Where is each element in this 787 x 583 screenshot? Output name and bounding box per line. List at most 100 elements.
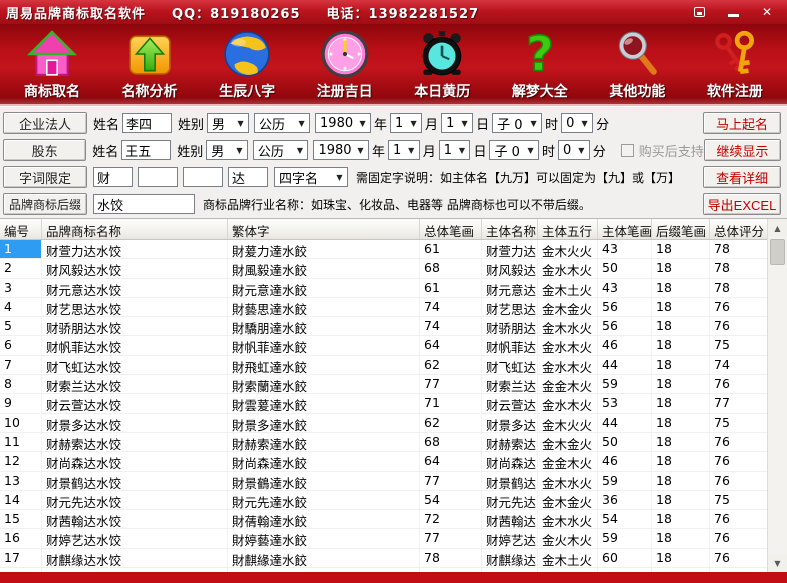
year-select[interactable]: 1980▼ [315,113,371,133]
table-cell[interactable]: 18 [652,259,710,277]
table-cell[interactable]: 財藝思達水餃 [228,298,420,316]
table-cell[interactable]: 75 [710,414,767,432]
name-type-select[interactable]: 四字名▼ [274,167,348,187]
table-cell[interactable]: 14 [0,491,42,509]
table-cell[interactable]: 18 [652,317,710,335]
table-cell[interactable]: 财飞虹达 [482,356,538,374]
table-row[interactable]: 3财元意达水饺財元意達水餃61财元意达金木土火431878 [0,279,767,298]
table-cell[interactable]: 財蒨翰達水餃 [228,510,420,528]
table-cell[interactable]: 43 [598,240,652,258]
table-row[interactable]: 18财高毅达水饺財高毅達水餃68财高毅达金火木火501878 [0,568,767,572]
table-cell[interactable]: 财飞虹达水饺 [42,356,228,374]
header-main-name[interactable]: 主体名称 [482,219,538,239]
table-cell[interactable]: 78 [710,568,767,572]
fixed-char-input-1[interactable] [93,167,133,187]
table-cell[interactable]: 财尚森达 [482,452,538,470]
table-cell[interactable]: 6 [0,336,42,354]
table-cell[interactable]: 74 [420,317,482,335]
fixed-char-input-4[interactable] [228,167,268,187]
header-total-score[interactable]: 总体评分 [710,219,767,239]
table-cell[interactable]: 77 [420,529,482,547]
table-cell[interactable]: 财景鹤达 [482,472,538,490]
continue-display-button[interactable]: 继续显示 [704,139,781,161]
table-cell[interactable]: 61 [420,240,482,258]
table-cell[interactable]: 72 [420,510,482,528]
table-cell[interactable]: 財景鶴達水餃 [228,472,420,490]
table-row[interactable]: 14财元先达水饺財元先達水餃54财元先达金木金火361875 [0,491,767,510]
gender-select[interactable]: 男▼ [207,113,249,133]
shareholder-button[interactable]: 股东 [3,139,86,161]
minute-select[interactable]: 0▼ [561,113,593,133]
table-cell[interactable]: 76 [710,375,767,393]
table-cell[interactable]: 75 [710,336,767,354]
brand-suffix-button[interactable]: 品牌商标后缀 [3,193,87,215]
table-cell[interactable]: 78 [420,549,482,567]
table-cell[interactable]: 17 [0,549,42,567]
table-cell[interactable]: 8 [0,375,42,393]
table-cell[interactable]: 财索兰达水饺 [42,375,228,393]
table-cell[interactable]: 78 [710,240,767,258]
month-select[interactable]: 1▼ [390,113,422,133]
table-cell[interactable]: 15 [0,510,42,528]
close-button[interactable]: ✕ [757,4,777,20]
table-cell[interactable]: 金木火火 [538,240,598,258]
table-row[interactable]: 13财景鹤达水饺財景鶴達水餃77财景鹤达金木水火591876 [0,472,767,491]
table-cell[interactable]: 财骄朋达水饺 [42,317,228,335]
table-cell[interactable]: 16 [0,529,42,547]
table-cell[interactable]: 財雲萲達水餃 [228,394,420,412]
toolbar-item-other-functions[interactable]: 其他功能 [589,28,685,104]
table-cell[interactable]: 62 [420,356,482,374]
table-cell[interactable]: 財景多達水餃 [228,414,420,432]
table-cell[interactable]: 1 [0,240,42,258]
table-row[interactable]: 6财帆菲达水饺財帆菲達水餃64财帆菲达金水木火461875 [0,336,767,355]
table-cell[interactable]: 财元意达水饺 [42,279,228,297]
table-cell[interactable]: 18 [0,568,42,572]
table-cell[interactable]: 61 [420,279,482,297]
fixed-char-input-3[interactable] [183,167,223,187]
table-cell[interactable]: 财婷艺达 [482,529,538,547]
table-cell[interactable]: 46 [598,452,652,470]
table-cell[interactable]: 78 [710,259,767,277]
table-cell[interactable]: 财赫索达 [482,433,538,451]
table-cell[interactable]: 财云萱达水饺 [42,394,228,412]
table-cell[interactable]: 64 [420,452,482,470]
table-cell[interactable]: 財風毅達水餃 [228,259,420,277]
table-cell[interactable]: 76 [710,452,767,470]
table-cell[interactable]: 44 [598,356,652,374]
table-cell[interactable]: 財帆菲達水餃 [228,336,420,354]
table-row[interactable]: 17财麒缘达水饺財麒緣達水餃78财麒缘达金木土火601876 [0,549,767,568]
table-cell[interactable]: 财帆菲达 [482,336,538,354]
table-cell[interactable]: 金木水火 [538,317,598,335]
table-cell[interactable]: 71 [420,394,482,412]
table-cell[interactable]: 财麒缘达 [482,549,538,567]
table-row[interactable]: 16财婷艺达水饺財婷藝達水餃77财婷艺达金火木火591876 [0,529,767,548]
table-cell[interactable]: 7 [0,356,42,374]
table-cell[interactable]: 68 [420,568,482,572]
table-cell[interactable]: 11 [0,433,42,451]
toolbar-item-trademark-naming[interactable]: 商标取名 [4,28,100,104]
legal-person-name-input[interactable] [122,113,172,133]
table-cell[interactable]: 2 [0,259,42,277]
table-cell[interactable]: 68 [420,433,482,451]
calendar-select[interactable]: 公历▼ [253,140,309,160]
year-select[interactable]: 1980▼ [313,140,369,160]
table-cell[interactable]: 76 [710,317,767,335]
table-cell[interactable]: 50 [598,433,652,451]
month-select[interactable]: 1▼ [388,140,420,160]
hour-select[interactable]: 子 0▼ [492,113,542,133]
table-cell[interactable]: 9 [0,394,42,412]
header-five-elements[interactable]: 主体五行 [538,219,598,239]
table-cell[interactable]: 4 [0,298,42,316]
table-cell[interactable]: 76 [710,549,767,567]
table-cell[interactable]: 金水木火 [538,259,598,277]
table-cell[interactable]: 金木土火 [538,549,598,567]
table-cell[interactable]: 金木火火 [538,414,598,432]
minute-select[interactable]: 0▼ [558,140,590,160]
day-select[interactable]: 1▼ [439,140,471,160]
table-cell[interactable]: 76 [710,510,767,528]
table-cell[interactable]: 財婷藝達水餃 [228,529,420,547]
table-cell[interactable]: 金木金火 [538,491,598,509]
table-cell[interactable]: 財尚森達水餃 [228,452,420,470]
table-cell[interactable]: 59 [598,375,652,393]
table-cell[interactable]: 18 [652,452,710,470]
